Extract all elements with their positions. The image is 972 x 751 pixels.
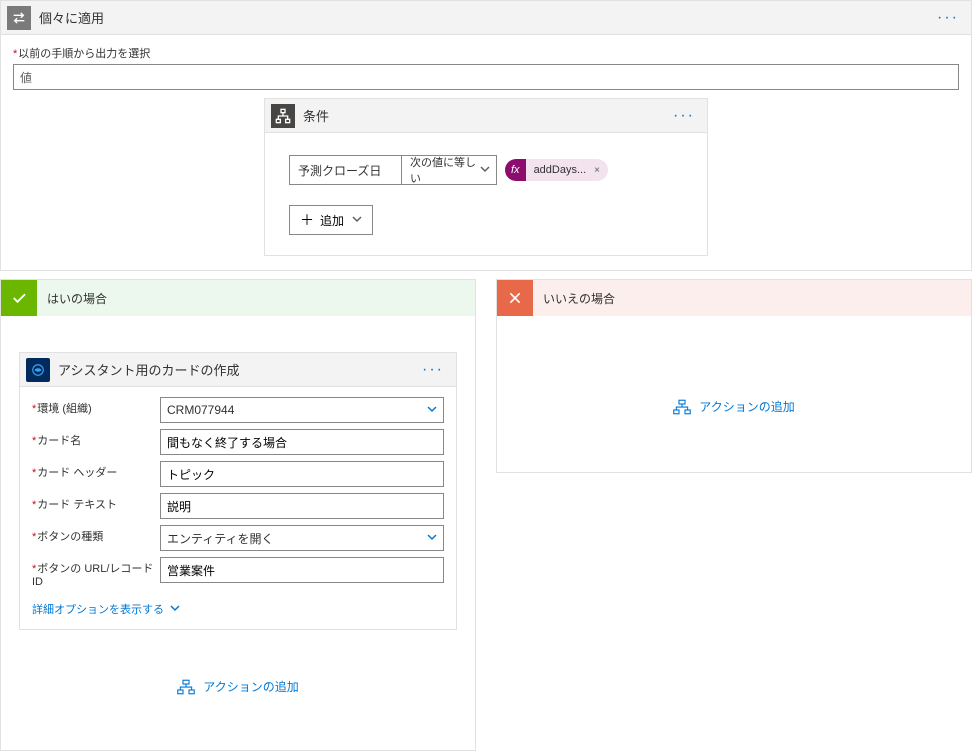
branch-yes-title: はいの場合	[47, 290, 107, 307]
button-url-label: ボタンの URL/レコード ID	[32, 557, 160, 589]
condition-branches: はいの場合 アシスタント用のカードの作成 ··· 環境 (組織)	[0, 279, 972, 751]
expression-remove-icon[interactable]: ×	[592, 159, 608, 181]
apply-to-each-header[interactable]: 個々に適用 ···	[1, 1, 971, 35]
condition-header[interactable]: 条件 ···	[265, 99, 707, 133]
condition-menu[interactable]: ···	[667, 107, 701, 125]
condition-operator-select[interactable]: 次の値に等しい	[401, 155, 497, 185]
chevron-down-icon	[352, 214, 362, 227]
condition-card: 条件 ··· 予測クローズ日 次の値に等しい	[264, 98, 708, 256]
branch-yes-add-action-wrap: アクションの追加	[19, 630, 457, 726]
field-row-button-type: ボタンの種類 エンティティを開く	[32, 525, 444, 551]
close-icon	[497, 280, 533, 316]
env-value: CRM077944	[167, 403, 234, 417]
more-options-toggle[interactable]: 詳細オプションを表示する	[32, 595, 180, 621]
branch-no-add-action-label: アクションの追加	[699, 398, 794, 415]
chevron-down-icon	[170, 603, 180, 616]
output-input[interactable]	[13, 64, 959, 90]
card-name-input[interactable]	[160, 429, 444, 455]
field-row-card-header: カード ヘッダー	[32, 461, 444, 487]
condition-expression-pill[interactable]: fx addDays... ×	[505, 159, 608, 181]
condition-left-field[interactable]: 予測クローズ日	[289, 155, 401, 185]
condition-add-label: 追加	[320, 212, 344, 229]
condition-expression-label: addDays...	[526, 159, 593, 181]
branch-yes-header: はいの場合	[1, 280, 475, 316]
condition-add-button[interactable]: ＋ 追加	[289, 205, 373, 235]
create-card-action: アシスタント用のカードの作成 ··· 環境 (組織) CRM077944	[19, 352, 457, 630]
card-text-input[interactable]	[160, 493, 444, 519]
field-row-button-url: ボタンの URL/レコード ID	[32, 557, 444, 589]
condition-operator-value: 次の値に等しい	[410, 154, 476, 186]
create-card-title: アシスタント用のカードの作成	[58, 360, 239, 379]
branch-no: いいえの場合 アクションの追加	[496, 279, 972, 473]
button-type-value: エンティティを開く	[167, 530, 274, 547]
apply-to-each-title: 個々に適用	[39, 8, 104, 27]
field-row-card-text: カード テキスト	[32, 493, 444, 519]
condition-row: 予測クローズ日 次の値に等しい fx addDays... ×	[289, 155, 683, 185]
branch-no-title: いいえの場合	[543, 290, 615, 307]
condition-left-value: 予測クローズ日	[298, 162, 381, 179]
add-action-icon	[177, 679, 195, 695]
card-text-label: カード テキスト	[32, 493, 160, 512]
fx-icon: fx	[505, 159, 526, 181]
env-label: 環境 (組織)	[32, 397, 160, 416]
create-card-menu[interactable]: ···	[416, 361, 450, 379]
field-row-env: 環境 (組織) CRM077944	[32, 397, 444, 423]
plus-icon: ＋	[300, 213, 314, 227]
card-name-label: カード名	[32, 429, 160, 448]
branch-no-header: いいえの場合	[497, 280, 971, 316]
loop-icon	[7, 6, 31, 30]
card-header-input[interactable]	[160, 461, 444, 487]
create-card-header[interactable]: アシスタント用のカードの作成 ···	[20, 353, 456, 387]
env-select[interactable]: CRM077944	[160, 397, 444, 423]
button-type-select[interactable]: エンティティを開く	[160, 525, 444, 551]
apply-to-each-card: 個々に適用 ··· 以前の手順から出力を選択 条件 ··· 予測クローズ	[0, 0, 972, 271]
create-card-body: 環境 (組織) CRM077944	[20, 387, 456, 629]
check-icon	[1, 280, 37, 316]
field-row-card-name: カード名	[32, 429, 444, 455]
condition-icon	[271, 104, 295, 128]
apply-to-each-menu[interactable]: ···	[931, 9, 965, 27]
chevron-down-icon	[427, 403, 437, 417]
apply-to-each-body: 以前の手順から出力を選択 条件 ··· 予測クローズ日	[1, 35, 971, 270]
chevron-down-icon	[480, 164, 490, 177]
branch-no-add-action-wrap: アクションの追加	[515, 352, 953, 448]
branch-yes-add-action-label: アクションの追加	[203, 678, 298, 695]
button-url-input[interactable]	[160, 557, 444, 583]
add-action-icon	[673, 399, 691, 415]
branch-no-body: アクションの追加	[497, 316, 971, 472]
dynamics-icon	[26, 358, 50, 382]
output-label: 以前の手順から出力を選択	[13, 45, 959, 61]
branch-yes: はいの場合 アシスタント用のカードの作成 ··· 環境 (組織)	[0, 279, 476, 751]
card-header-label: カード ヘッダー	[32, 461, 160, 480]
branch-no-add-action[interactable]: アクションの追加	[673, 398, 794, 415]
condition-body: 予測クローズ日 次の値に等しい fx addDays... ×	[265, 133, 707, 255]
branch-yes-add-action[interactable]: アクションの追加	[177, 678, 298, 695]
more-options-label: 詳細オプションを表示する	[32, 601, 164, 617]
condition-title: 条件	[303, 106, 329, 125]
branch-yes-body: アシスタント用のカードの作成 ··· 環境 (組織) CRM077944	[1, 316, 475, 750]
chevron-down-icon	[427, 531, 437, 545]
button-type-label: ボタンの種類	[32, 525, 160, 544]
